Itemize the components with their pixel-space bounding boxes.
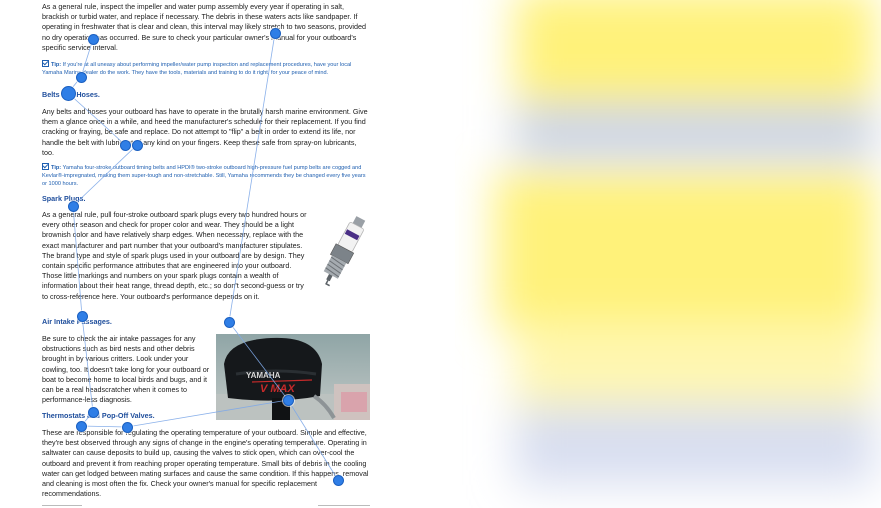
tip-label: Tip: xyxy=(51,165,62,171)
annotation-marker[interactable] xyxy=(77,311,88,322)
annotation-marker[interactable] xyxy=(122,422,133,433)
spark-plugs-paragraph: As a general rule, pull four-stroke outb… xyxy=(42,210,307,301)
page-bottom-rule xyxy=(318,505,370,506)
tip-text: If you're at all uneasy about performing… xyxy=(42,62,352,76)
annotation-marker[interactable] xyxy=(270,28,281,39)
engine-brand-label: YAMAHA xyxy=(246,371,281,380)
annotation-marker[interactable] xyxy=(120,140,131,151)
spark-plugs-heading: Spark Plugs. xyxy=(42,194,86,203)
engine-model-label: V MAX xyxy=(260,383,296,395)
tip-text: Yamaha four-stroke outboard timing belts… xyxy=(42,165,366,187)
annotation-marker[interactable] xyxy=(68,201,79,212)
tip-impeller: Tip: If you're at all uneasy about perfo… xyxy=(42,60,368,78)
air-intake-paragraph: Be sure to check the air intake passages… xyxy=(42,334,210,405)
annotation-marker[interactable] xyxy=(333,475,344,486)
annotation-marker[interactable] xyxy=(61,86,76,101)
yamaha-outboard-engine-image: YAMAHA V MAX xyxy=(216,334,370,420)
page-bottom-rule xyxy=(42,505,82,506)
tip-belts: Tip: Yamaha four-stroke outboard timing … xyxy=(42,163,368,189)
tip-label: Tip: xyxy=(51,62,62,68)
annotation-marker[interactable] xyxy=(76,72,87,83)
screenshot-page: As a general rule, inspect the impeller … xyxy=(0,0,881,508)
annotation-marker[interactable] xyxy=(132,140,143,151)
thermostats-paragraph: These are responsible for regulating the… xyxy=(42,428,369,499)
annotation-marker[interactable] xyxy=(283,395,294,406)
spark-plug-image xyxy=(323,216,366,287)
annotation-marker[interactable] xyxy=(224,317,235,328)
checkbox-icon xyxy=(42,60,49,67)
impeller-paragraph: As a general rule, inspect the impeller … xyxy=(42,2,366,52)
blurred-background-region xyxy=(495,0,875,485)
checkbox-icon xyxy=(42,163,49,170)
annotation-marker[interactable] xyxy=(76,421,87,432)
annotation-marker[interactable] xyxy=(88,407,99,418)
annotation-marker[interactable] xyxy=(88,34,99,45)
belts-paragraph: Any belts and hoses your outboard has ha… xyxy=(42,107,368,157)
